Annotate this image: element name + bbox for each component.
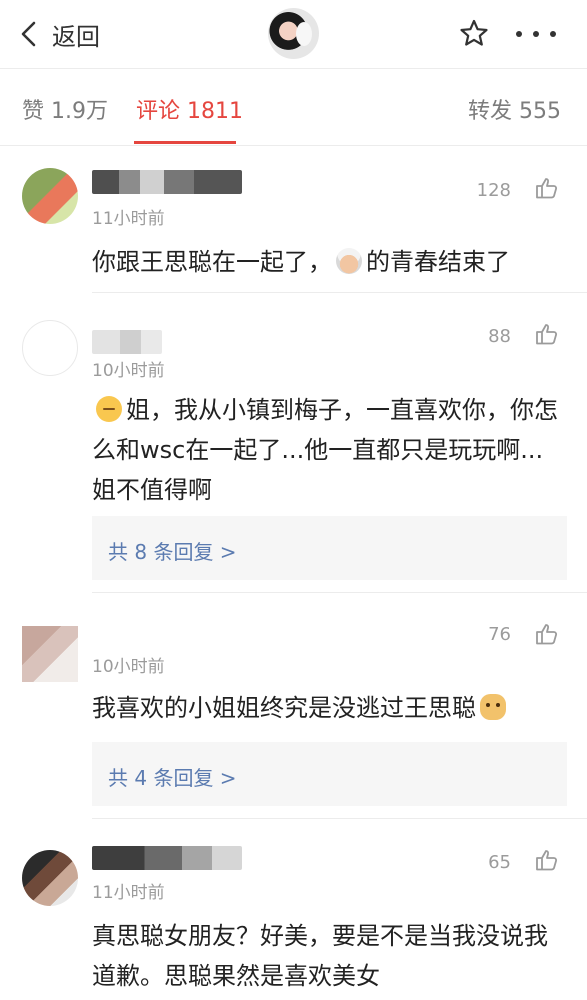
comment-time: 11小时前 [92,209,165,229]
reply-preview[interactable]: 共 8 条回复 > [92,516,567,580]
tab-likes[interactable]: 赞 1.9万 [22,93,108,125]
comment-item: 11小时前 65 真思聪女朋友？好美，要是不是当我没说我道歉。思聪果然是喜欢美女 [0,820,587,1000]
comment-text: 姐，我从小镇到梅子，一直喜欢你，你怎么和wsc在一起了...他一直都只是玩玩啊.… [92,396,558,504]
like-count: 76 [488,624,511,645]
profile-avatar[interactable] [268,8,319,59]
comment-time: 10小时前 [92,657,165,677]
tab-reposts[interactable]: 转发 555 [468,93,561,125]
old-man-emoji-icon [336,248,362,274]
back-button[interactable]: 返回 [18,14,100,54]
comment-text-continued: 的青春结束了 [366,248,510,276]
active-tab-indicator [134,141,236,144]
like-count: 128 [476,180,511,201]
comment-time: 11小时前 [92,883,165,903]
star-icon[interactable] [458,18,490,50]
thumbs-up-icon[interactable] [535,176,559,200]
view-replies-link[interactable]: 共 4 条回复 > [108,762,237,791]
view-replies-link[interactable]: 共 8 条回复 > [108,536,237,565]
relieved-emoji-icon [96,396,122,422]
comment-body: 姐，我从小镇到梅子，一直喜欢你，你怎么和wsc在一起了...他一直都只是玩玩啊.… [92,390,562,510]
comment-body: 真思聪女朋友？好美，要是不是当我没说我道歉。思聪果然是喜欢美女 [92,922,548,990]
author-name[interactable] [92,846,242,870]
author-name[interactable] [92,330,162,354]
reply-preview[interactable]: 共 4 条回复 > [92,742,567,806]
comment-divider [92,292,587,293]
comment-divider [92,818,587,819]
comment-item: 10小时前 88 姐，我从小镇到梅子，一直喜欢你，你怎么和wsc在一起了...他… [0,294,587,593]
more-options-icon[interactable] [516,20,556,48]
comment-time: 10小时前 [92,361,165,381]
top-navigation-bar: 返回 [0,0,587,69]
tab-bar: 赞 1.9万 评论 1811 转发 555 [0,69,587,146]
avatar[interactable] [22,320,78,376]
like-count: 65 [488,852,511,873]
thumbs-up-icon[interactable] [535,322,559,346]
comment-body: 我喜欢的小姐姐终究是没逃过王思聪 [92,688,562,728]
avatar[interactable] [22,626,78,682]
avatar[interactable] [22,168,78,224]
comment-item: 10小时前 76 我喜欢的小姐姐终究是没逃过王思聪 共 4 条回复 > [0,592,587,820]
comment-item: 11小时前 128 你跟王思聪在一起了， 的青春结束了 [0,146,587,294]
chevron-left-icon [21,21,36,47]
back-label: 返回 [52,22,100,51]
comment-body: 你跟王思聪在一起了， 的青春结束了 [92,242,562,282]
author-name[interactable] [92,170,242,194]
comment-text: 你跟王思聪在一起了， [92,248,332,276]
avatar[interactable] [22,850,78,906]
doge-emoji-icon [480,694,506,720]
comment-text: 我喜欢的小姐姐终究是没逃过王思聪 [92,694,476,722]
thumbs-up-icon[interactable] [535,622,559,646]
like-count: 88 [488,326,511,347]
thumbs-up-icon[interactable] [535,848,559,872]
